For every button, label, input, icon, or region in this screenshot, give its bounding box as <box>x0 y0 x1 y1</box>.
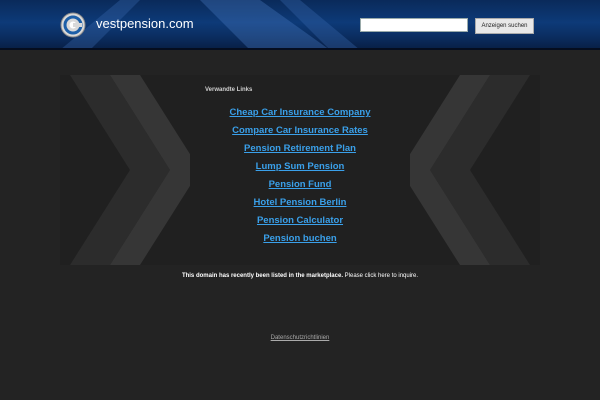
footer: Datenschutzrichtlinien <box>0 335 600 341</box>
list-item: Cheap Car Insurance Company <box>200 102 400 120</box>
list-item: Compare Car Insurance Rates <box>200 120 400 138</box>
right-chevrons-decoration <box>410 75 530 265</box>
left-chevrons-decoration <box>70 75 190 265</box>
list-item: Pension Fund <box>200 174 400 192</box>
list-item: Pension buchen <box>200 228 400 246</box>
search-input[interactable] <box>360 18 468 32</box>
related-links-heading: Verwandte Links <box>205 87 253 93</box>
related-link[interactable]: Pension Calculator <box>257 215 343 226</box>
list-item: Hotel Pension Berlin <box>200 192 400 210</box>
related-links-list: Cheap Car Insurance Company Compare Car … <box>200 102 400 246</box>
related-link[interactable]: Pension Fund <box>269 179 332 190</box>
marketplace-notice-bold: This domain has recently been listed in … <box>181 273 343 279</box>
logo-icon[interactable] <box>60 12 86 38</box>
list-item: Pension Retirement Plan <box>200 138 400 156</box>
related-link[interactable]: Hotel Pension Berlin <box>254 197 347 208</box>
site-name[interactable]: vestpension.com <box>96 16 194 31</box>
related-link[interactable]: Pension buchen <box>263 233 336 244</box>
marketplace-notice[interactable]: This domain has recently been listed in … <box>0 273 600 279</box>
related-link[interactable]: Pension Retirement Plan <box>244 143 356 154</box>
marketplace-notice-inquire[interactable]: Please click here to inquire. <box>343 273 418 279</box>
search-button[interactable]: Anzeigen suchen <box>475 18 534 34</box>
related-link[interactable]: Cheap Car Insurance Company <box>230 107 371 118</box>
privacy-policy-link[interactable]: Datenschutzrichtlinien <box>271 335 330 341</box>
header: vestpension.com Anzeigen suchen <box>0 0 600 50</box>
related-link[interactable]: Lump Sum Pension <box>256 161 345 172</box>
list-item: Pension Calculator <box>200 210 400 228</box>
list-item: Lump Sum Pension <box>200 156 400 174</box>
related-link[interactable]: Compare Car Insurance Rates <box>232 125 368 136</box>
